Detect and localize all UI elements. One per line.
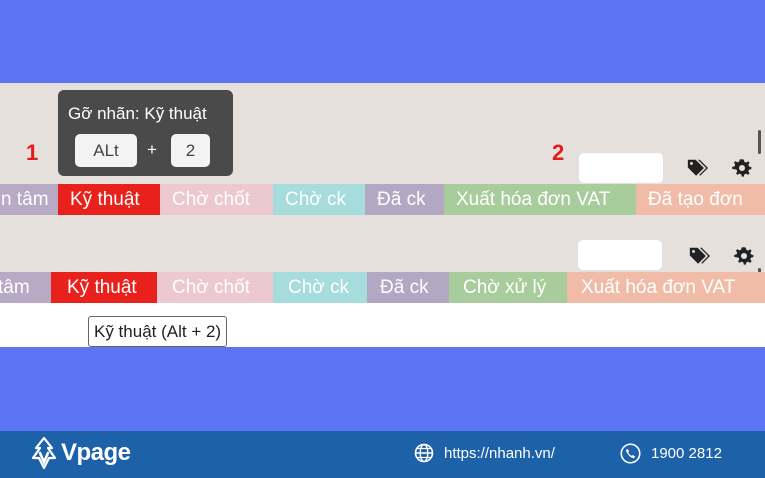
website-url[interactable]: https://nhanh.vn/: [444, 445, 555, 462]
tag-item[interactable]: tâm: [0, 272, 51, 303]
phone-number[interactable]: 1900 2812: [651, 445, 722, 462]
tag-item-ky-thuat[interactable]: Kỹ thuật: [58, 184, 160, 215]
gear-icon[interactable]: [731, 157, 753, 179]
tag-item[interactable]: Đã ck: [365, 184, 444, 215]
tag-item[interactable]: Xuất hóa đơn VAT: [567, 272, 765, 303]
key-alt: ALt: [75, 134, 137, 167]
vpage-logo: Vpage: [30, 436, 131, 470]
tooltip-title: Gỡ nhãn: Kỹ thuật: [68, 104, 207, 123]
tag-item[interactable]: Chờ ck: [273, 184, 365, 215]
footer-website[interactable]: https://nhanh.vn/: [414, 440, 555, 466]
footer-phone[interactable]: 1900 2812: [620, 440, 722, 466]
gear-icon[interactable]: [733, 245, 755, 267]
search-input[interactable]: [578, 240, 662, 270]
tag-item[interactable]: n tâm: [0, 184, 58, 215]
tag-row-1: n tâm Kỹ thuật Chờ chốt Chờ ck Đã ck Xuấ…: [0, 184, 765, 215]
tag-item[interactable]: Chờ xử lý: [449, 272, 567, 303]
brand-name: Vpage: [61, 439, 131, 466]
tag-item[interactable]: Đã tạo đơn: [636, 184, 765, 215]
annotation-marker-2: 2: [552, 140, 565, 165]
vpage-logo-icon: [31, 436, 57, 470]
key-plus: +: [147, 140, 157, 159]
globe-icon: [414, 443, 434, 463]
tag-row-2: tâm Kỹ thuật Chờ chốt Chờ ck Đã ck Chờ x…: [0, 272, 765, 303]
annotation-marker-1: 1: [26, 140, 39, 165]
phone-icon: [620, 442, 641, 464]
tags-icon[interactable]: [686, 157, 708, 179]
scrollbar-1[interactable]: [758, 130, 761, 154]
tag-item[interactable]: Xuất hóa đơn VAT: [444, 184, 636, 215]
shortcut-tooltip: Gỡ nhãn: Kỹ thuật ALt + 2: [58, 90, 233, 176]
search-input[interactable]: [579, 153, 663, 183]
tag-item[interactable]: Đã ck: [367, 272, 449, 303]
tag-item[interactable]: Chờ chốt: [160, 184, 273, 215]
tag-item[interactable]: Chờ chốt: [157, 272, 273, 303]
tag-item-ky-thuat[interactable]: Kỹ thuật: [51, 272, 157, 303]
tags-icon[interactable]: [688, 245, 710, 267]
key-number: 2: [171, 134, 210, 167]
tag-item[interactable]: Chờ ck: [273, 272, 367, 303]
label-tooltip: Kỹ thuật (Alt + 2): [88, 316, 228, 347]
